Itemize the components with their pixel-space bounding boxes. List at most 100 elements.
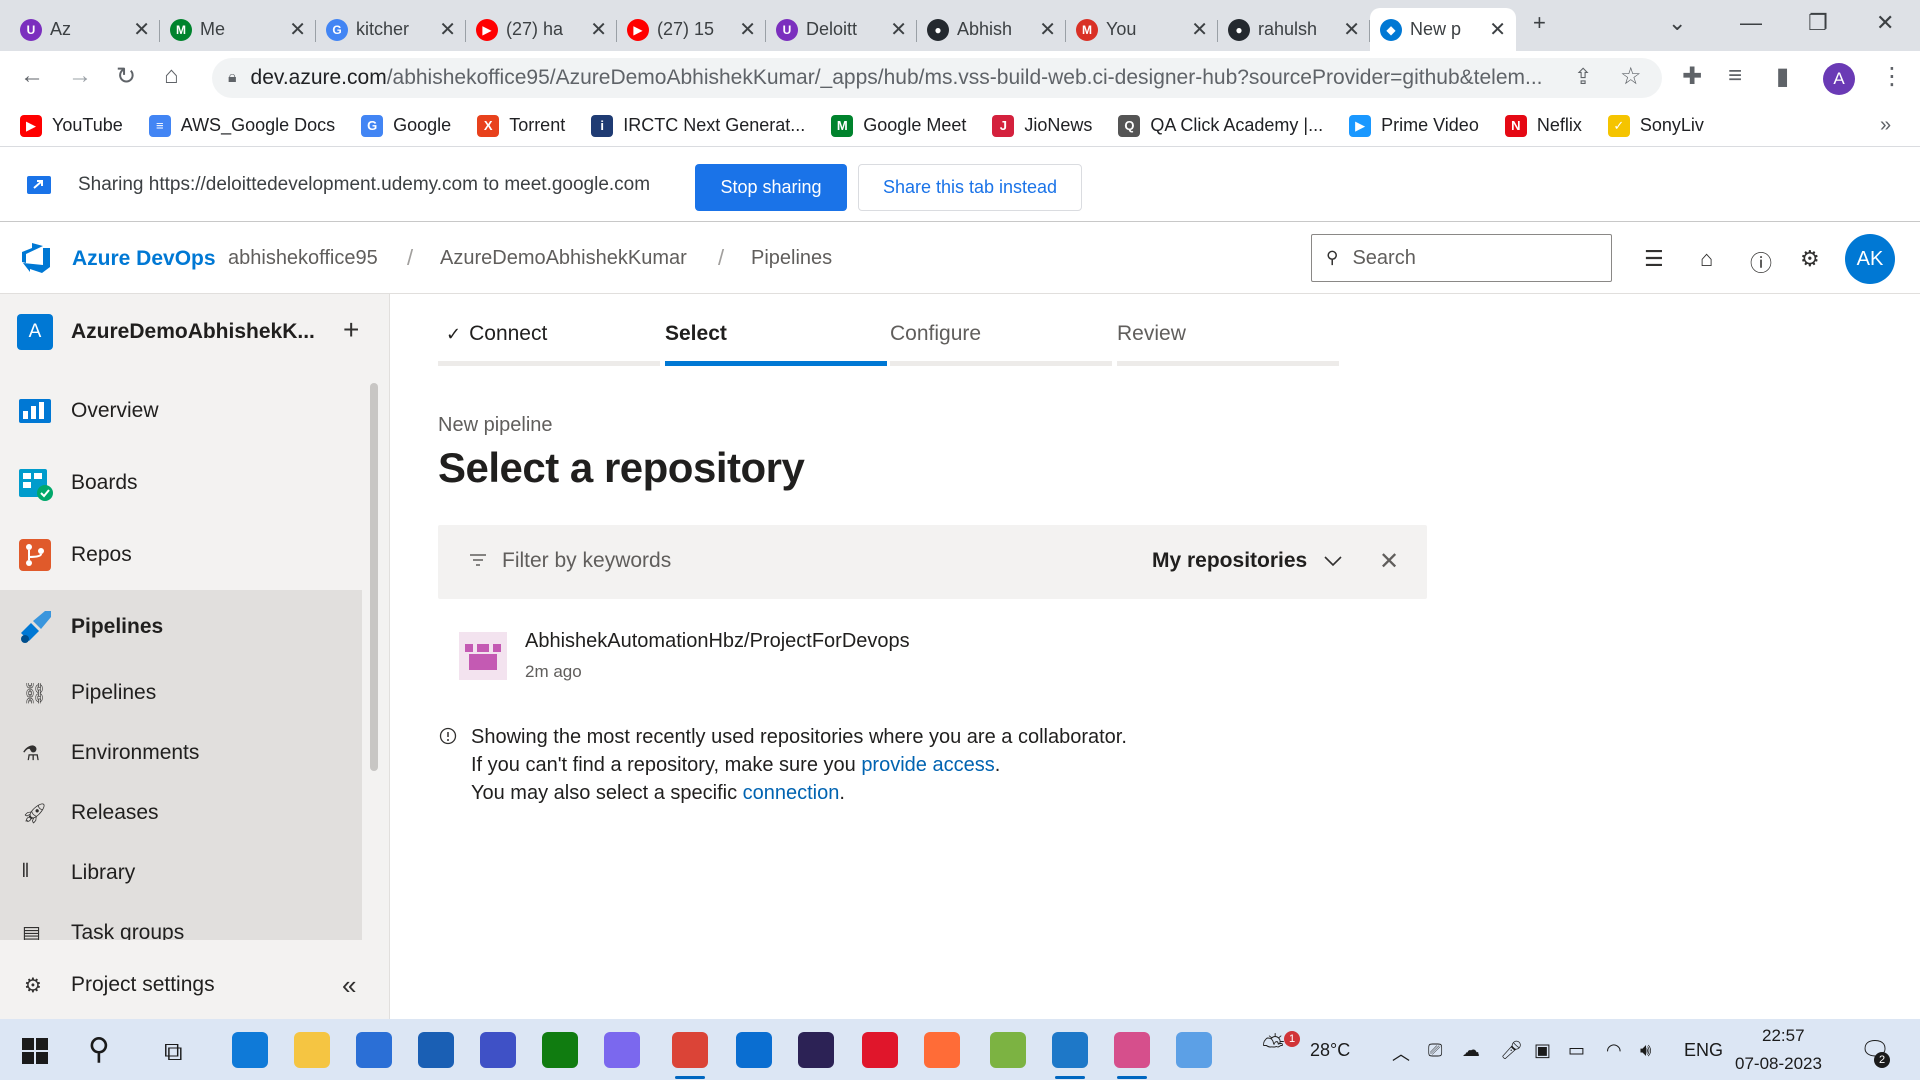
close-tab-icon[interactable]: ✕ [289, 17, 306, 42]
volume-icon[interactable]: 🔊︎ [1640, 1040, 1651, 1061]
snipping-tool-icon[interactable] [1114, 1032, 1150, 1068]
taskbar-search-icon[interactable]: ⚲ [88, 1032, 110, 1067]
edge-browser-icon[interactable] [232, 1032, 268, 1068]
close-tab-icon[interactable]: ✕ [1039, 17, 1056, 42]
paint-icon[interactable] [1176, 1032, 1212, 1068]
share-this-tab-button[interactable]: Share this tab instead [858, 164, 1082, 211]
marketplace-bag-icon[interactable]: ⌂ [1700, 246, 1713, 272]
repository-scope-dropdown[interactable]: My repositories [1152, 549, 1343, 573]
bookmark-item[interactable]: ▶ Prime Video [1349, 114, 1479, 137]
close-tab-icon[interactable]: ✕ [890, 17, 907, 42]
windows-start-icon[interactable] [22, 1038, 48, 1064]
sidebar-item-overview[interactable]: Overview [0, 380, 362, 442]
help-icon[interactable]: ⓘ [1750, 246, 1772, 278]
browser-tab[interactable]: ◆ New p ✕ [1370, 8, 1516, 51]
onedrive-cloud-icon[interactable]: ☁ [1462, 1040, 1480, 1061]
close-tab-icon[interactable]: ✕ [133, 17, 150, 42]
project-badge[interactable]: A [17, 314, 53, 350]
sidebar-item-repos[interactable]: Repos [0, 524, 362, 586]
browser-tab[interactable]: ▶ (27) ha ✕ [466, 8, 617, 51]
add-icon[interactable]: + [343, 314, 359, 346]
chrome-menu-icon[interactable]: ⋮ [1880, 62, 1904, 91]
tab-search-icon[interactable]: ⌄ [1668, 10, 1686, 36]
postman-icon[interactable] [924, 1032, 960, 1068]
breadcrumb-organization[interactable]: abhishekoffice95 [228, 247, 378, 270]
azure-devops-brand[interactable]: Azure DevOps [72, 247, 216, 271]
browser-tab[interactable]: M Me ✕ [160, 8, 316, 51]
step-review[interactable]: Review [1117, 322, 1186, 346]
browser-tab[interactable]: M You ✕ [1066, 8, 1218, 51]
file-explorer-icon[interactable] [294, 1032, 330, 1068]
bookmark-item[interactable]: N Neflix [1504, 114, 1582, 137]
remote-desktop-icon[interactable] [736, 1032, 772, 1068]
minimize-icon[interactable]: — [1740, 10, 1762, 36]
tray-chevron-up-icon[interactable]: ︿ [1392, 1040, 1410, 1066]
collapse-sidebar-icon[interactable]: « [342, 970, 356, 1001]
reload-icon[interactable]: ↻ [116, 62, 136, 91]
bookmark-item[interactable]: X Torrent [477, 114, 565, 137]
sidebar-subitem-pipelines[interactable]: ⛓ Pipelines [0, 665, 362, 721]
provide-access-link[interactable]: provide access [861, 754, 994, 776]
weather-icon[interactable]: ⛅︎ [1262, 1030, 1284, 1063]
azure-devops-logo-icon[interactable] [20, 243, 52, 273]
tray-app-icon[interactable]: ▣ [1534, 1040, 1551, 1061]
reading-list-icon[interactable]: ≡ [1728, 62, 1742, 90]
bookmark-item[interactable]: J JioNews [992, 114, 1092, 137]
address-bar[interactable]: 🔒︎ dev.azure.com/abhishekoffice95/AzureD… [212, 58, 1662, 98]
task-view-icon[interactable]: ⧉ [164, 1036, 183, 1068]
wifi-icon[interactable]: ◠ [1606, 1040, 1622, 1061]
sidebar-scrollbar[interactable] [370, 383, 378, 771]
chrome-icon[interactable] [672, 1032, 708, 1068]
user-settings-icon[interactable]: ⚙ [1800, 246, 1820, 272]
forward-arrow-icon[interactable]: → [68, 62, 92, 90]
filter-keywords-input[interactable]: Filter by keywords [502, 549, 671, 573]
browser-tab[interactable]: ● Abhish ✕ [917, 8, 1066, 51]
mail-icon[interactable] [418, 1032, 454, 1068]
project-name[interactable]: AzureDemoAbhishekK... [71, 320, 315, 344]
home-icon[interactable]: ⌂ [164, 62, 179, 90]
azure-search-input[interactable]: ⚲ Search [1311, 234, 1612, 282]
close-tab-icon[interactable]: ✕ [439, 17, 456, 42]
xbox-icon[interactable] [542, 1032, 578, 1068]
share-icon[interactable]: ⇪ [1574, 64, 1592, 90]
close-tab-icon[interactable]: ✕ [1191, 17, 1208, 42]
bookmark-item[interactable]: ≡ AWS_Google Docs [148, 114, 335, 137]
task-list-icon[interactable]: ☰ [1644, 246, 1664, 272]
sidebar-item-pipelines[interactable]: Pipelines [0, 596, 362, 658]
tray-device-icon[interactable]: ⎚ [1428, 1040, 1442, 1061]
bookmark-item[interactable]: G Google [361, 114, 451, 137]
clock-date[interactable]: 07-08-2023 [1735, 1054, 1822, 1074]
sidebar-subitem-task-groups[interactable]: ▤ Task groups [0, 905, 362, 940]
breadcrumb-pipelines[interactable]: Pipelines [751, 247, 832, 270]
close-tab-icon[interactable]: ✕ [1343, 17, 1360, 42]
browser-tab[interactable]: U Az ✕ [10, 8, 160, 51]
sidebar-subitem-environments[interactable]: ⚗ Environments [0, 725, 362, 781]
photos-icon[interactable] [1052, 1032, 1088, 1068]
visual-studio-icon[interactable] [480, 1032, 516, 1068]
more-bookmarks-icon[interactable]: » [1880, 114, 1891, 137]
connection-link[interactable]: connection [743, 782, 840, 804]
browser-tab[interactable]: ▶ (27) 15 ✕ [617, 8, 766, 51]
clear-filter-icon[interactable]: ✕ [1379, 547, 1399, 576]
step-connect[interactable]: ✓ Connect [446, 322, 547, 346]
side-panel-icon[interactable]: ▮ [1776, 62, 1789, 91]
sidebar-subitem-releases[interactable]: 🚀︎ Releases [0, 785, 362, 841]
close-tab-icon[interactable]: ✕ [739, 17, 756, 42]
bookmark-item[interactable]: i IRCTC Next Generat... [591, 114, 805, 137]
restore-icon[interactable]: ❐ [1808, 10, 1828, 36]
close-window-icon[interactable]: ✕ [1876, 10, 1894, 36]
battery-icon[interactable]: ▭ [1568, 1040, 1585, 1061]
extensions-icon[interactable]: ✚ [1682, 62, 1702, 91]
microphone-icon[interactable]: 🎤︎ [1500, 1040, 1523, 1061]
back-arrow-icon[interactable]: ← [20, 62, 44, 90]
new-tab-button[interactable]: + [1533, 10, 1546, 36]
stop-sharing-button[interactable]: Stop sharing [695, 164, 847, 211]
notepad-plus-icon[interactable] [990, 1032, 1026, 1068]
step-configure[interactable]: Configure [890, 322, 981, 346]
bookmark-item[interactable]: Q QA Click Academy |... [1118, 114, 1323, 137]
bookmark-item[interactable]: ▶ YouTube [20, 114, 123, 137]
weather-temperature[interactable]: 28°C [1310, 1040, 1350, 1061]
close-tab-icon[interactable]: ✕ [590, 17, 607, 42]
repository-name[interactable]: AbhishekAutomationHbz/ProjectForDevops [525, 630, 910, 653]
sidebar-subitem-library[interactable]: 𝍪 Library [0, 845, 362, 901]
